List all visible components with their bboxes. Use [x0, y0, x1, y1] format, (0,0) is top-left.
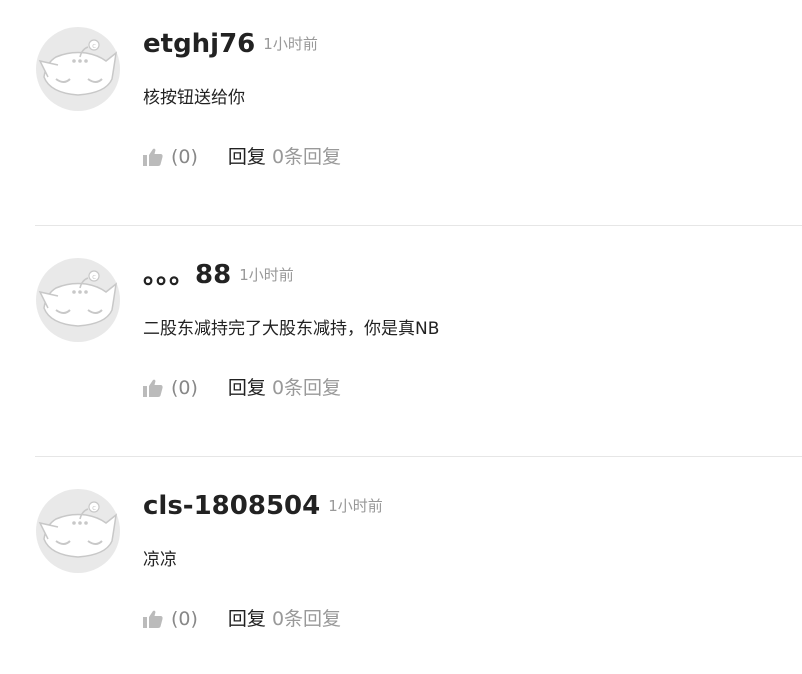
avatar[interactable]: c — [36, 489, 120, 573]
reply-count[interactable]: 0条回复 — [272, 374, 341, 402]
comment-timestamp: 1小时前 — [263, 35, 318, 53]
reply-button[interactable]: 回复 — [228, 605, 266, 633]
like-count: (0) — [171, 377, 198, 399]
comment-timestamp: 1小时前 — [239, 266, 294, 284]
thumbs-up-icon — [143, 148, 163, 166]
comment-item: c cls-1808504 1小时前 凉凉 (0) 回复 0条回复 — [0, 462, 802, 674]
comment-actions: (0) 回复 0条回复 — [143, 374, 341, 402]
comment-text: 凉凉 — [143, 550, 177, 570]
avatar[interactable]: c — [36, 258, 120, 342]
comment-divider — [35, 456, 802, 457]
comment-item: c etghj76 1小时前 核按钮送给你 (0) 回复 0条回复 — [0, 0, 802, 230]
comment-actions: (0) 回复 0条回复 — [143, 143, 341, 171]
username-text[interactable]: cls-1808504 — [143, 491, 320, 521]
thumbs-up-icon — [143, 610, 163, 628]
comment-timestamp: 1小时前 — [328, 497, 383, 515]
username-text[interactable]: etghj76 — [143, 29, 255, 59]
reply-button[interactable]: 回复 — [228, 143, 266, 171]
comment-divider — [35, 225, 802, 226]
comment-author[interactable]: cls-1808504 1小时前 — [143, 489, 383, 523]
like-button[interactable]: (0) — [143, 374, 198, 402]
comment-text: 核按钮送给你 — [143, 88, 245, 108]
comment-author[interactable]: 。。。88 1小时前 — [143, 258, 294, 292]
comment-actions: (0) 回复 0条回复 — [143, 605, 341, 633]
svg-text:c: c — [92, 273, 96, 281]
avatar[interactable]: c — [36, 27, 120, 111]
reply-count[interactable]: 0条回复 — [272, 605, 341, 633]
comment-item: c 。。。88 1小时前 二股东减持完了大股东减持，你是真NB (0) 回复 0条… — [0, 231, 802, 461]
default-avatar-cat-icon: c — [36, 27, 120, 111]
like-count: (0) — [171, 608, 198, 630]
default-avatar-cat-icon: c — [36, 489, 120, 573]
reply-count[interactable]: 0条回复 — [272, 143, 341, 171]
svg-text:c: c — [92, 504, 96, 512]
svg-text:c: c — [92, 42, 96, 50]
default-avatar-cat-icon: c — [36, 258, 120, 342]
like-button[interactable]: (0) — [143, 605, 198, 633]
reply-button[interactable]: 回复 — [228, 374, 266, 402]
comment-list: c etghj76 1小时前 核按钮送给你 (0) 回复 0条回复 c 。。。8… — [0, 0, 802, 674]
like-count: (0) — [171, 146, 198, 168]
like-button[interactable]: (0) — [143, 143, 198, 171]
comment-text: 二股东减持完了大股东减持，你是真NB — [143, 319, 440, 339]
username-text[interactable]: 。。。88 — [143, 260, 231, 290]
thumbs-up-icon — [143, 379, 163, 397]
comment-author[interactable]: etghj76 1小时前 — [143, 27, 318, 61]
